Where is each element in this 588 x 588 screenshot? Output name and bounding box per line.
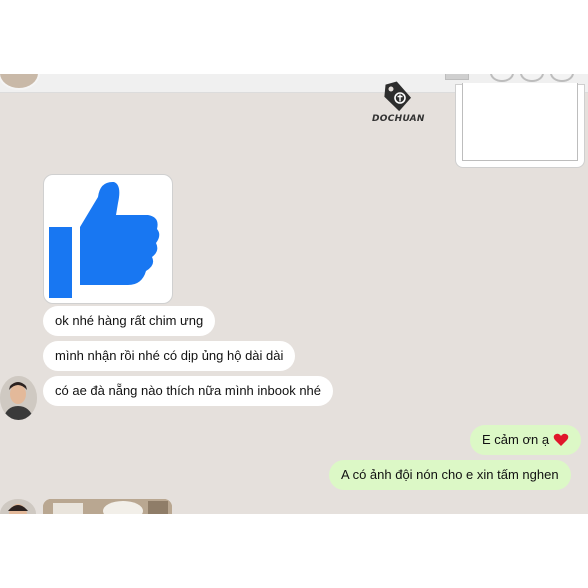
thumbs-up-icon (49, 181, 160, 298)
message-incoming[interactable]: mình nhận rồi nhé có dịp ủng hộ dài dài (43, 341, 296, 371)
image-preview (43, 499, 172, 514)
image-message[interactable] (43, 499, 172, 514)
avatar-photo (0, 376, 37, 420)
toolbar-circle-icon[interactable] (550, 74, 574, 82)
message-incoming[interactable]: có ae đà nẵng nào thích nữa mình inbook … (43, 376, 334, 406)
watermark-text: DOCHUAN (372, 114, 425, 124)
price-tag-icon (384, 81, 412, 112)
message-outgoing[interactable]: E cảm ơn ạ (470, 425, 582, 458)
image-message[interactable] (455, 83, 585, 168)
heart-icon (553, 428, 569, 458)
toolbar-circle-icon[interactable] (490, 74, 514, 82)
avatar-photo (0, 499, 36, 514)
message-outgoing[interactable]: A có ảnh đội nón cho e xin tấm nghen (329, 460, 571, 490)
image-preview (462, 83, 578, 161)
chat-screen: DOCHUAN ok nhé hàng rất chim ưng mình nh… (0, 74, 588, 514)
sticker-message[interactable] (43, 174, 173, 304)
message-incoming[interactable]: ok nhé hàng rất chim ưng (43, 306, 216, 336)
toolbar-circle-icon[interactable] (520, 74, 544, 82)
avatar[interactable] (0, 499, 36, 514)
avatar[interactable] (0, 376, 37, 420)
watermark-logo: DOCHUAN (372, 80, 425, 124)
toolbar-icon[interactable] (445, 74, 469, 80)
message-text: E cảm ơn ạ (482, 432, 550, 447)
